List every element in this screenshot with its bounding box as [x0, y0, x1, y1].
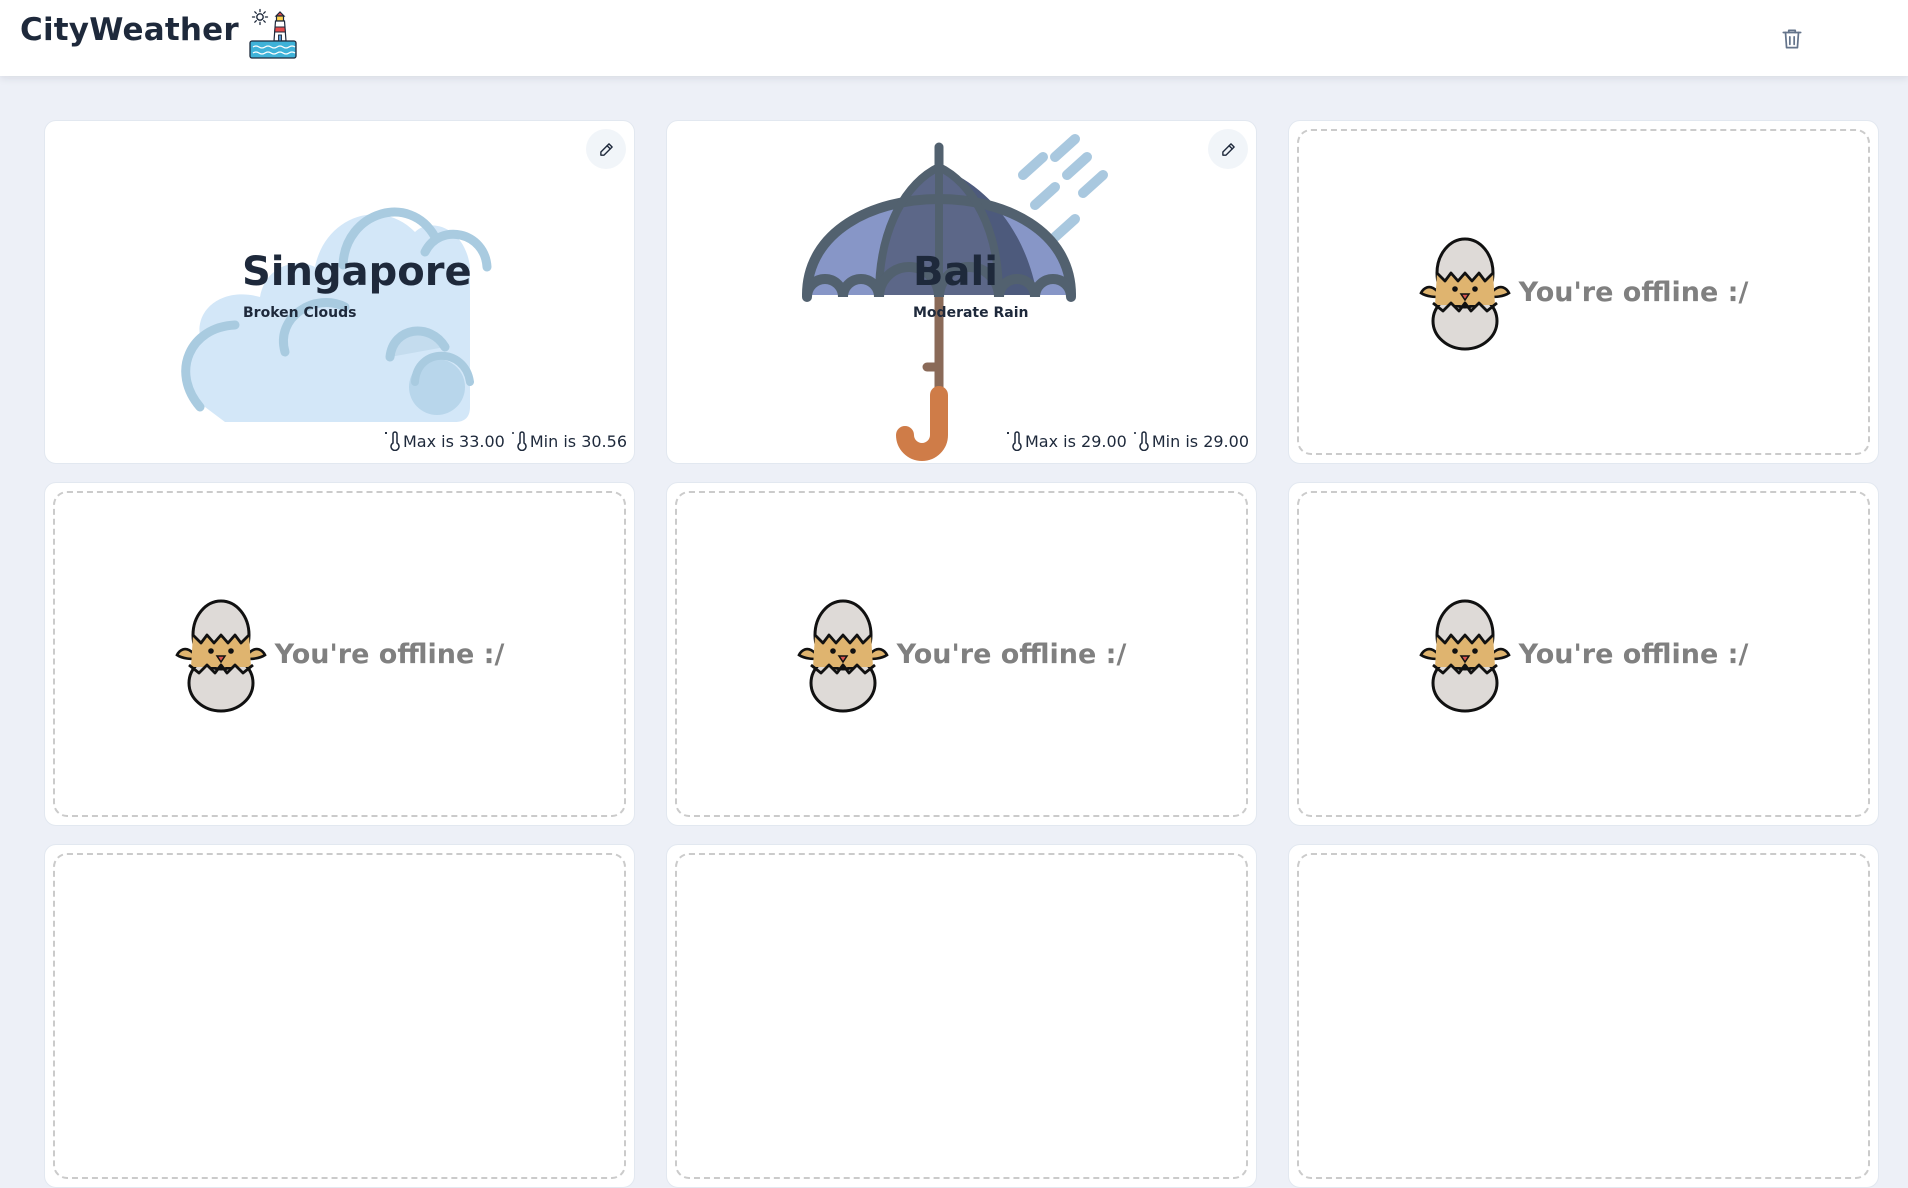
edit-button[interactable] — [586, 129, 626, 169]
weather-description: Moderate Rain — [913, 305, 1029, 321]
thermometer-high-icon — [1007, 431, 1022, 451]
temperature-range: Max is 29.00 Min is 29.00 — [1006, 431, 1249, 451]
offline-card: You're offline :/ — [666, 482, 1257, 826]
max-temp: Max is 33.00 — [403, 431, 505, 451]
weather-description: Broken Clouds — [243, 305, 357, 321]
city-name: Singapore — [242, 249, 472, 295]
city-card-bali[interactable]: Bali Moderate Rain Max is 29.00 Min is 2… — [666, 120, 1257, 464]
offline-placeholder — [1297, 853, 1870, 1179]
hatching-chick-icon — [796, 599, 889, 713]
thermometer-high-icon — [385, 431, 400, 451]
pencil-icon — [599, 142, 613, 156]
thermometer-low-icon — [1133, 431, 1149, 451]
app-header: CityWeather — [0, 0, 1908, 76]
offline-card — [666, 844, 1257, 1188]
thermometer-low-icon — [511, 431, 527, 451]
temperature-range: Max is 33.00 Min is 30.56 — [384, 431, 627, 451]
app-title: CityWeather — [20, 12, 239, 48]
offline-placeholder: You're offline :/ — [675, 491, 1248, 817]
offline-message: You're offline :/ — [1518, 638, 1749, 670]
edit-button[interactable] — [1208, 129, 1248, 169]
offline-card: You're offline :/ — [1288, 120, 1879, 464]
min-temp: Min is 30.56 — [529, 431, 627, 451]
hatching-chick-icon — [174, 599, 267, 713]
offline-message: You're offline :/ — [274, 638, 505, 670]
offline-message: You're offline :/ — [1518, 276, 1749, 308]
offline-card: You're offline :/ — [44, 482, 635, 826]
city-card-singapore[interactable]: Singapore Broken Clouds Max is 33.00 Min… — [44, 120, 635, 464]
offline-message: You're offline :/ — [896, 638, 1127, 670]
offline-card — [1288, 844, 1879, 1188]
offline-placeholder — [675, 853, 1248, 1179]
hatching-chick-icon — [1418, 599, 1511, 713]
pencil-icon — [1221, 142, 1235, 156]
hatching-chick-icon — [1418, 237, 1511, 351]
offline-placeholder: You're offline :/ — [1297, 129, 1870, 455]
lighthouse-sun-icon — [249, 8, 297, 59]
offline-card: You're offline :/ — [1288, 482, 1879, 826]
max-temp: Max is 29.00 — [1025, 431, 1127, 451]
city-card-grid: Singapore Broken Clouds Max is 33.00 Min… — [44, 120, 1879, 1188]
offline-placeholder: You're offline :/ — [1297, 491, 1870, 817]
umbrella-rain-icon — [802, 134, 1108, 461]
trash-icon[interactable] — [1779, 26, 1805, 52]
city-name: Bali — [913, 249, 998, 295]
cloud-icon — [181, 207, 492, 422]
offline-placeholder — [53, 853, 626, 1179]
offline-placeholder: You're offline :/ — [53, 491, 626, 817]
min-temp: Min is 29.00 — [1151, 431, 1249, 451]
offline-card — [44, 844, 635, 1188]
